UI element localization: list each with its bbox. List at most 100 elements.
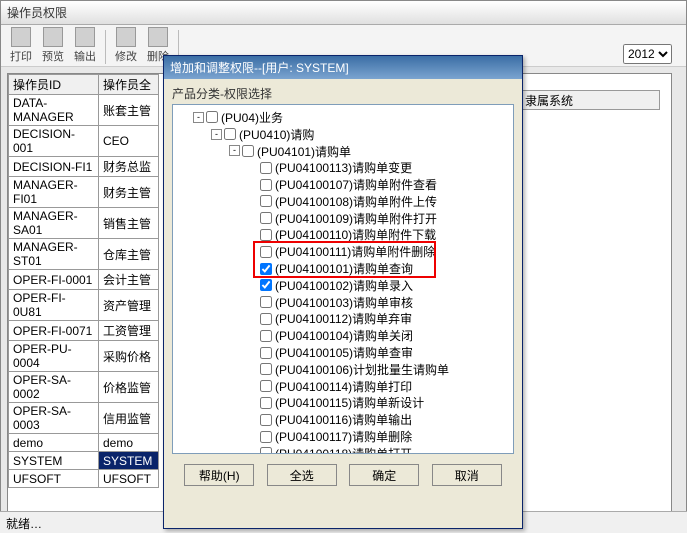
- tree-node[interactable]: (PU04100108)请购单附件上传: [175, 193, 511, 210]
- tree-checkbox[interactable]: [260, 313, 272, 325]
- cell-id: UFSOFT: [9, 470, 99, 488]
- tree-node[interactable]: (PU04100105)请购单查审: [175, 344, 511, 361]
- col-name[interactable]: 操作员全: [99, 75, 159, 95]
- tree-node[interactable]: (PU04100116)请购单输出: [175, 411, 511, 428]
- tree-node[interactable]: (PU04100114)请购单打印: [175, 378, 511, 395]
- table-row[interactable]: OPER-FI-0U81资产管理: [9, 290, 159, 321]
- preview-button[interactable]: 预览: [37, 27, 69, 64]
- tree-checkbox[interactable]: [242, 145, 254, 157]
- tree-checkbox[interactable]: [260, 397, 272, 409]
- tree-checkbox[interactable]: [260, 179, 272, 191]
- table-row[interactable]: MANAGER-FI01财务主管: [9, 177, 159, 208]
- tree-checkbox[interactable]: [260, 414, 272, 426]
- table-row[interactable]: DECISION-001CEO: [9, 126, 159, 157]
- col-sys[interactable]: 隶属系统: [520, 90, 660, 110]
- tree-checkbox[interactable]: [260, 363, 272, 375]
- table-row[interactable]: OPER-FI-0001会计主管: [9, 270, 159, 290]
- tree-checkbox[interactable]: [260, 195, 272, 207]
- tree-label: (PU04100115)请购单新设计: [275, 394, 424, 411]
- output-button[interactable]: 输出: [69, 27, 101, 64]
- select-all-button[interactable]: 全选: [267, 464, 337, 486]
- cell-name: 价格监管: [99, 372, 159, 403]
- tree-label: (PU04100109)请购单附件打开: [275, 210, 437, 227]
- table-row[interactable]: MANAGER-ST01仓库主管: [9, 239, 159, 270]
- cancel-button[interactable]: 取消: [432, 464, 502, 486]
- cell-id: DECISION-001: [9, 126, 99, 157]
- table-row[interactable]: OPER-SA-0003信用监管: [9, 403, 159, 434]
- tree-node[interactable]: (PU04100106)计划批量生请购单: [175, 361, 511, 378]
- cell-name: 会计主管: [99, 270, 159, 290]
- cell-name: 采购价格: [99, 341, 159, 372]
- tree-label: (PU04100101)请购单查询: [275, 260, 413, 277]
- cell-id: DATA-MANAGER: [9, 95, 99, 126]
- tree-node[interactable]: (PU04100115)请购单新设计: [175, 395, 511, 412]
- table-row[interactable]: OPER-PU-0004采购价格: [9, 341, 159, 372]
- expand-icon[interactable]: -: [193, 112, 204, 123]
- tree-label: (PU04100111)请购单附件删除: [275, 243, 435, 260]
- tree-label: 产品分类-权限选择: [172, 85, 514, 102]
- year-select[interactable]: 2012: [623, 44, 672, 64]
- tree-node[interactable]: (PU04100109)请购单附件打开: [175, 210, 511, 227]
- tree-node[interactable]: (PU04100111)请购单附件删除: [175, 243, 511, 260]
- cell-name: 财务总监: [99, 157, 159, 177]
- cell-name: 销售主管: [99, 208, 159, 239]
- tree-node[interactable]: (PU04100118)请购单打开: [175, 445, 511, 454]
- expand-icon[interactable]: -: [229, 145, 240, 156]
- tree-node[interactable]: (PU04100104)请购单关闭: [175, 327, 511, 344]
- table-row[interactable]: SYSTEMSYSTEM: [9, 452, 159, 470]
- cell-name: 财务主管: [99, 177, 159, 208]
- tree-node[interactable]: (PU04100107)请购单附件查看: [175, 176, 511, 193]
- permission-dialog: 增加和调整权限--[用户: SYSTEM] 产品分类-权限选择 -(PU04)业…: [163, 55, 523, 529]
- tree-node[interactable]: (PU04100113)请购单变更: [175, 159, 511, 176]
- expand-icon[interactable]: -: [211, 129, 222, 140]
- table-row[interactable]: OPER-FI-0071工资管理: [9, 321, 159, 341]
- print-icon: [11, 27, 31, 47]
- tree-checkbox[interactable]: [224, 128, 236, 140]
- print-button[interactable]: 打印: [5, 27, 37, 64]
- tree-checkbox[interactable]: [260, 447, 272, 454]
- tree-node[interactable]: (PU04100112)请购单弃审: [175, 311, 511, 328]
- tree-label: (PU04100117)请购单删除: [275, 428, 412, 445]
- permission-tree[interactable]: -(PU04)业务-(PU0410)请购-(PU04101)请购单(PU0410…: [172, 104, 514, 454]
- tree-checkbox[interactable]: [260, 162, 272, 174]
- tree-checkbox[interactable]: [260, 330, 272, 342]
- table-row[interactable]: UFSOFTUFSOFT: [9, 470, 159, 488]
- tree-node[interactable]: (PU04100102)请购单录入: [175, 277, 511, 294]
- modify-button[interactable]: 修改: [110, 27, 142, 64]
- tree-checkbox[interactable]: [260, 279, 272, 291]
- tree-label: (PU04100118)请购单打开: [275, 445, 412, 454]
- table-row[interactable]: DECISION-FI1财务总监: [9, 157, 159, 177]
- ok-button[interactable]: 确定: [349, 464, 419, 486]
- cell-id: MANAGER-ST01: [9, 239, 99, 270]
- cell-id: MANAGER-FI01: [9, 177, 99, 208]
- table-row[interactable]: demodemo: [9, 434, 159, 452]
- table-row[interactable]: OPER-SA-0002价格监管: [9, 372, 159, 403]
- tree-node[interactable]: (PU04100101)请购单查询: [175, 260, 511, 277]
- tree-node[interactable]: (PU04100110)请购单附件下载: [175, 227, 511, 244]
- tree-checkbox[interactable]: [206, 111, 218, 123]
- table-row[interactable]: MANAGER-SA01销售主管: [9, 208, 159, 239]
- tree-node[interactable]: - (PU0410)请购: [175, 126, 511, 143]
- tree-node[interactable]: (PU04100117)请购单删除: [175, 428, 511, 445]
- tree-checkbox[interactable]: [260, 296, 272, 308]
- tree-checkbox[interactable]: [260, 263, 272, 275]
- tree-checkbox[interactable]: [260, 212, 272, 224]
- cell-name: 信用监管: [99, 403, 159, 434]
- tree-label: (PU0410)请购: [239, 126, 314, 143]
- tree-node[interactable]: (PU04100103)请购单审核: [175, 294, 511, 311]
- help-button[interactable]: 帮助(H): [184, 464, 254, 486]
- tree-checkbox[interactable]: [260, 246, 272, 258]
- cell-id: SYSTEM: [9, 452, 99, 470]
- col-id[interactable]: 操作员ID: [9, 75, 99, 95]
- tree-checkbox[interactable]: [260, 347, 272, 359]
- table-row[interactable]: DATA-MANAGER账套主管: [9, 95, 159, 126]
- tree-label: (PU04100110)请购单附件下载: [275, 226, 436, 243]
- tree-node[interactable]: -(PU04101)请购单: [175, 143, 511, 160]
- cell-id: OPER-SA-0003: [9, 403, 99, 434]
- cell-id: DECISION-FI1: [9, 157, 99, 177]
- tree-node[interactable]: -(PU04)业务: [175, 109, 511, 126]
- tree-checkbox[interactable]: [260, 431, 272, 443]
- cell-id: OPER-PU-0004: [9, 341, 99, 372]
- tree-checkbox[interactable]: [260, 229, 272, 241]
- tree-checkbox[interactable]: [260, 380, 272, 392]
